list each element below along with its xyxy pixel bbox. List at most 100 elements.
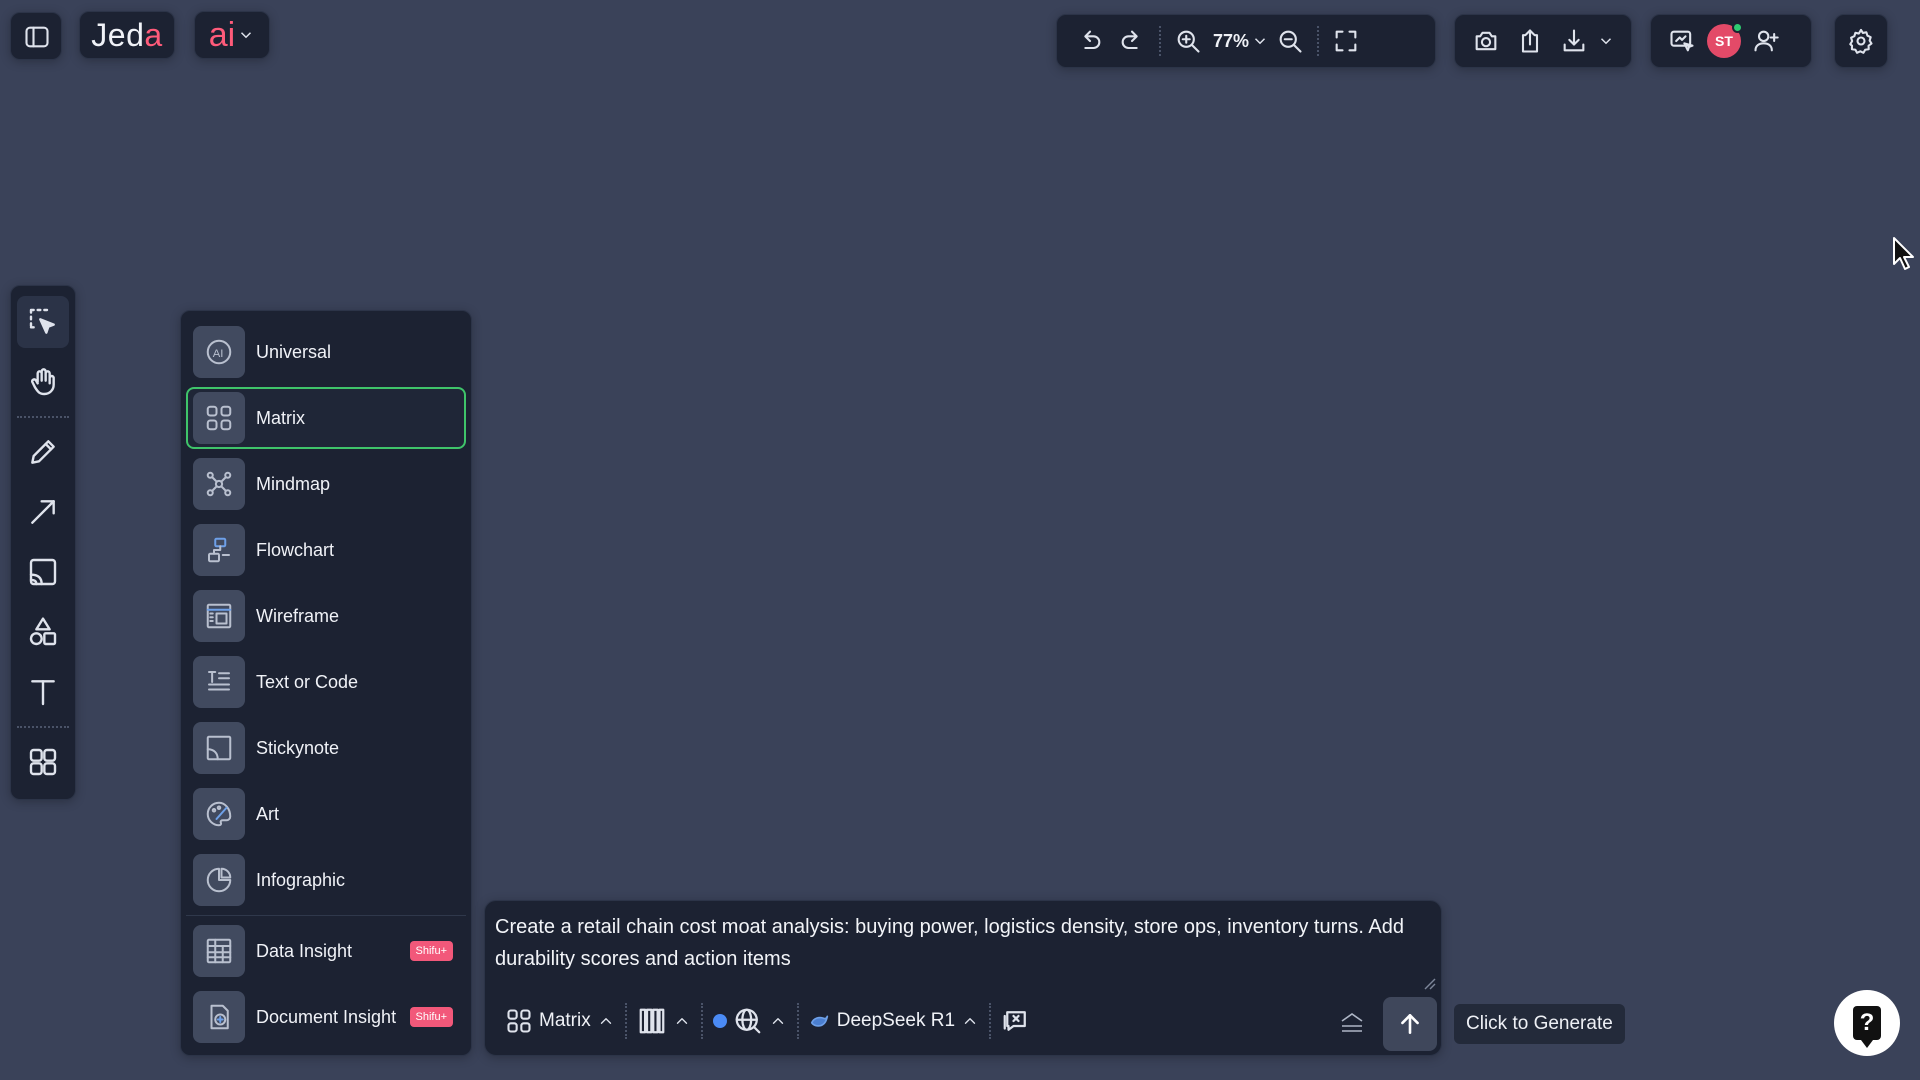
menu-item-label: Universal (256, 341, 332, 362)
arrow-tool[interactable] (17, 486, 69, 538)
mouse-cursor-icon (1893, 237, 1914, 270)
export-toolbar (1454, 14, 1632, 68)
zoom-out-icon (1279, 30, 1302, 53)
redo-button[interactable] (1111, 20, 1153, 62)
infographic-icon (193, 854, 245, 906)
chevron-down-icon (1255, 38, 1266, 45)
logo-accent: a (144, 16, 163, 53)
hand-tool[interactable] (17, 356, 69, 408)
zoom-dropdown[interactable]: 77% (1209, 31, 1269, 52)
select-icon (29, 308, 55, 334)
image-tool[interactable] (17, 546, 69, 598)
menu-item-infographic[interactable]: Infographic (186, 849, 466, 911)
premium-badge: Shifu+ (409, 1007, 453, 1027)
ai-icon: AI (193, 326, 245, 378)
web-search-selector[interactable] (703, 1001, 797, 1041)
menu-item-label: Text or Code (256, 671, 359, 692)
whale-icon (810, 1015, 828, 1027)
presentation-icon (1670, 30, 1694, 52)
globe-search-icon (735, 1008, 761, 1034)
expand-panel-button[interactable] (1337, 1007, 1367, 1037)
app-logo[interactable]: Jed a (79, 11, 175, 59)
menu-divider (186, 915, 466, 916)
settings-button[interactable] (1834, 14, 1888, 68)
generation-type-menu: AI Universal Matrix Mindmap Flowchart Wi… (180, 310, 472, 1056)
collaboration-toolbar: ST (1650, 14, 1812, 68)
generate-tooltip: Click to Generate (1454, 1004, 1625, 1044)
menu-item-document-insight[interactable]: Document Insight Shifu+ (186, 986, 466, 1048)
menu-item-label: Matrix (256, 407, 305, 428)
chat-clear-icon (1003, 1011, 1026, 1031)
model-selector[interactable]: DeepSeek R1 (799, 1001, 989, 1041)
zoom-in-button[interactable] (1167, 20, 1209, 62)
menu-item-stickynote[interactable]: Stickynote (186, 717, 466, 779)
ai-menu-button[interactable]: ai (194, 11, 270, 59)
sidebar-toggle-button[interactable] (10, 12, 62, 60)
premium-badge: Shifu+ (409, 941, 453, 961)
gear-icon (1840, 20, 1882, 62)
templates-tool[interactable] (17, 736, 69, 788)
chevron-up-icon (676, 1018, 687, 1024)
online-status-dot (1732, 22, 1743, 33)
zoom-out-button[interactable] (1269, 20, 1311, 62)
menu-item-label: Wireframe (256, 605, 340, 626)
menu-item-data-insight[interactable]: Data Insight Shifu+ (186, 920, 466, 982)
menu-item-wireframe[interactable]: Wireframe (186, 585, 466, 647)
menu-item-label: Stickynote (256, 737, 340, 758)
select-tool[interactable] (17, 296, 69, 348)
prompt-options-bar: Matrix DeepSeek R1 (495, 993, 1431, 1049)
present-button[interactable] (1661, 20, 1703, 62)
svg-text:AI: AI (213, 348, 224, 360)
arrow-up-icon (1401, 1014, 1419, 1034)
toolbar-divider (1159, 26, 1161, 56)
help-button[interactable]: ? (1834, 990, 1900, 1056)
invite-user-button[interactable] (1745, 20, 1787, 62)
chevron-down-icon[interactable] (1597, 32, 1615, 50)
flowchart-icon (193, 524, 245, 576)
menu-item-label: Mindmap (256, 473, 331, 494)
active-indicator-dot (712, 1014, 727, 1028)
menu-item-text-or-code[interactable]: Text or Code (186, 651, 466, 713)
columns-icon (639, 1008, 665, 1034)
screenshot-button[interactable] (1465, 20, 1507, 62)
add-user-icon (1754, 30, 1779, 52)
menu-item-label: Flowchart (256, 539, 335, 560)
chevron-up-icon (964, 1018, 976, 1024)
ai-label: ai (208, 16, 236, 54)
menu-item-label: Art (256, 803, 280, 824)
type-selector[interactable]: Matrix (495, 1001, 625, 1041)
text-tool[interactable] (17, 666, 69, 718)
pencil-icon (31, 440, 55, 464)
upload-button[interactable] (1509, 20, 1551, 62)
menu-item-matrix[interactable]: Matrix (186, 387, 466, 449)
menu-item-mindmap[interactable]: Mindmap (186, 453, 466, 515)
data-insight-icon (193, 925, 245, 977)
wireframe-icon (193, 590, 245, 642)
toolbar-divider (1317, 26, 1320, 56)
generate-button[interactable] (1383, 997, 1437, 1051)
download-button[interactable] (1553, 20, 1595, 62)
menu-item-art[interactable]: Art (186, 783, 466, 845)
menu-item-flowchart[interactable]: Flowchart (186, 519, 466, 581)
avatar[interactable]: ST (1707, 22, 1743, 58)
clear-chat-button[interactable] (991, 1001, 1041, 1041)
layout-selector[interactable] (627, 1001, 701, 1041)
pen-tool[interactable] (17, 426, 69, 478)
history-zoom-toolbar: 77% (1056, 14, 1436, 68)
undo-icon (1084, 30, 1101, 50)
menu-item-universal[interactable]: AI Universal (186, 321, 466, 383)
text-code-icon (193, 656, 245, 708)
type-selector-label: Matrix (539, 1010, 591, 1031)
art-icon (193, 788, 245, 840)
shapes-tool[interactable] (17, 606, 69, 658)
matrix-icon (507, 1009, 531, 1033)
undo-button[interactable] (1069, 20, 1111, 62)
resize-handle-icon[interactable] (1421, 975, 1437, 991)
prompt-input[interactable]: Create a retail chain cost moat analysis… (495, 911, 1425, 991)
stickynote-icon (193, 722, 245, 774)
hand-icon (31, 368, 55, 396)
fit-screen-button[interactable] (1325, 20, 1367, 62)
logo-text: Jed (91, 16, 145, 53)
zoom-in-icon (1177, 30, 1200, 53)
document-insight-icon (193, 991, 245, 1043)
